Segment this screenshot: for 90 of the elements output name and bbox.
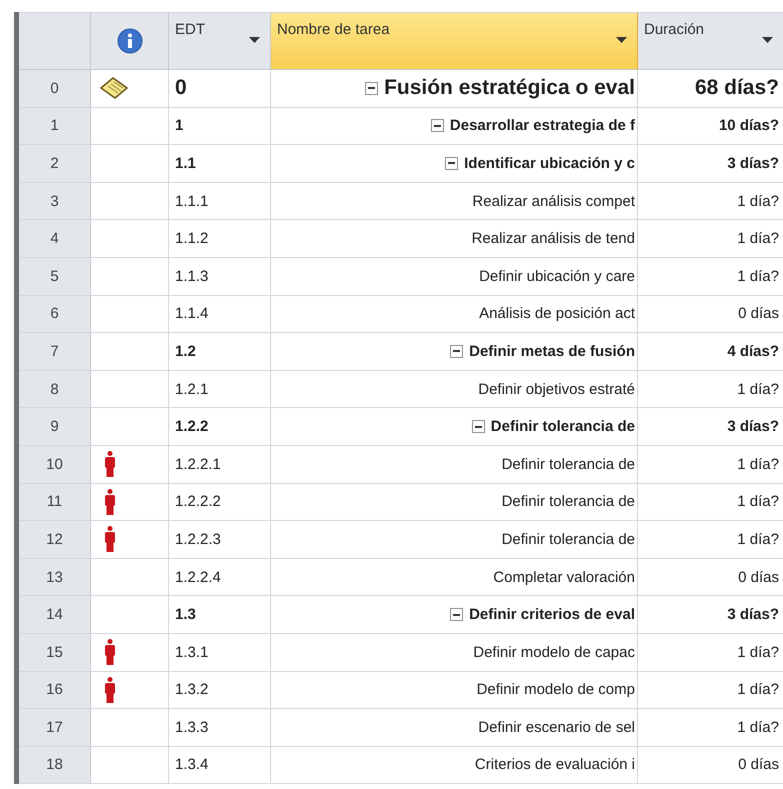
wbs-cell: 1.2.2.1 — [169, 446, 271, 484]
duration-cell: 1 día? — [638, 446, 783, 484]
indicators-header[interactable] — [91, 12, 169, 70]
duration-cell: 3 días? — [638, 145, 783, 183]
wbs-cell: 1.1.3 — [169, 258, 271, 296]
info-icon — [116, 28, 142, 54]
row-number[interactable]: 3 — [19, 182, 91, 220]
row-number[interactable]: 7 — [19, 333, 91, 371]
wbs-cell: 1.1.1 — [169, 182, 271, 220]
column-header[interactable]: Nombre de tarea — [271, 12, 638, 70]
row-number[interactable]: 11 — [19, 484, 91, 522]
wbs-cell: 1.2 — [169, 333, 271, 371]
row-number[interactable]: 16 — [19, 672, 91, 710]
task-name: Definir modelo de capac — [473, 644, 635, 661]
collapse-toggle[interactable] — [445, 156, 458, 170]
duration-cell: 68 días? — [638, 70, 783, 108]
duration-cell: 1 día? — [638, 521, 783, 559]
collapse-toggle[interactable] — [472, 420, 485, 434]
task-name: Definir objetivos estraté — [478, 380, 635, 398]
duration-cell: 0 días — [638, 746, 783, 784]
wbs-cell: 1.2.1 — [169, 370, 271, 408]
duration-cell: 1 día? — [638, 182, 783, 220]
row-number[interactable]: 5 — [19, 258, 91, 296]
task-name: Análisis de posición act — [479, 305, 635, 322]
task-name: Definir escenario de sel — [478, 718, 635, 736]
task-name: Fusión estratégica o eval — [384, 76, 635, 100]
task-name: Definir tolerancia de — [502, 530, 635, 548]
row-number[interactable]: 13 — [19, 558, 91, 596]
caret-icon — [762, 37, 773, 44]
duration-cell: 3 días? — [638, 408, 783, 446]
row-number[interactable]: 15 — [19, 634, 91, 672]
duration-cell: 1 día? — [638, 220, 783, 258]
wbs-cell: 1.3.3 — [169, 709, 271, 747]
task-name: Completar valoración — [493, 568, 635, 586]
wbs-cell: 1.2.2.4 — [169, 558, 271, 596]
wbs-cell: 1.3.1 — [169, 634, 271, 672]
collapse-toggle[interactable] — [365, 82, 378, 95]
wbs-cell: 1.1 — [169, 145, 271, 183]
row-number[interactable]: 2 — [19, 145, 91, 183]
duration-cell: 0 días — [638, 296, 783, 334]
task-name: Definir ubicación y care — [479, 268, 635, 285]
caret-icon — [249, 37, 260, 44]
row-number[interactable]: 4 — [19, 220, 91, 258]
row-number[interactable]: 0 — [19, 70, 91, 108]
wbs-cell: 0 — [169, 70, 271, 108]
task-name: Identificar ubicación y c — [464, 154, 635, 172]
task-name: Realizar análisis de tend — [472, 230, 635, 248]
duration-cell: 1 día? — [638, 634, 783, 672]
task-name: Realizar análisis compet — [472, 192, 635, 210]
task-name: Definir metas de fusión — [469, 342, 635, 360]
duration-cell: 0 días — [638, 558, 783, 596]
wbs-cell: 1.2.2.3 — [169, 521, 271, 559]
wbs-cell: 1.3.4 — [169, 746, 271, 784]
wbs-cell: 1.1.2 — [169, 220, 271, 258]
collapse-toggle[interactable] — [430, 119, 444, 132]
row-number[interactable]: 14 — [19, 596, 91, 634]
wbs-cell: 1.3 — [169, 596, 271, 634]
row-number[interactable]: 6 — [19, 296, 91, 334]
duration-cell: 3 días? — [638, 596, 783, 634]
wbs-cell: 1.2.2.2 — [169, 484, 271, 522]
caret-icon — [616, 37, 627, 44]
duration-cell: 4 días? — [638, 333, 783, 371]
task-name: Definir tolerancia de — [502, 493, 635, 510]
column-header[interactable]: EDT — [169, 12, 271, 70]
row-number[interactable]: 18 — [19, 746, 91, 784]
duration-cell: 1 día? — [638, 709, 783, 747]
task-name: Criterios de evaluación i — [474, 756, 635, 774]
row-number[interactable]: 1 — [19, 108, 91, 146]
duration-cell: 1 día? — [638, 370, 783, 408]
row-number[interactable]: 9 — [19, 408, 91, 446]
row-number[interactable]: 17 — [19, 709, 91, 747]
row-number[interactable]: 10 — [19, 446, 91, 484]
task-name: Definir modelo de comp — [476, 681, 635, 698]
task-name: Definir tolerancia de — [502, 456, 635, 473]
wbs-cell: 1.3.2 — [169, 672, 271, 710]
row-number[interactable]: 12 — [19, 521, 91, 559]
task-name: Definir criterios de eval — [469, 606, 635, 624]
collapse-toggle[interactable] — [450, 344, 464, 358]
wbs-cell: 1 — [169, 108, 271, 146]
duration-cell: 1 día? — [638, 484, 783, 522]
duration-cell: 1 día? — [638, 258, 783, 296]
duration-cell: 1 día? — [638, 672, 783, 710]
duration-cell: 10 días? — [638, 108, 783, 146]
task-name: Definir tolerancia de — [490, 418, 635, 436]
task-name: Desarrollar estrategia de f — [450, 117, 635, 134]
wbs-cell: 1.2.2 — [169, 408, 271, 446]
wbs-cell: 1.1.4 — [169, 296, 271, 334]
collapse-toggle[interactable] — [450, 608, 464, 622]
column-header[interactable]: Duración — [638, 12, 783, 70]
row-number[interactable]: 8 — [19, 370, 91, 408]
